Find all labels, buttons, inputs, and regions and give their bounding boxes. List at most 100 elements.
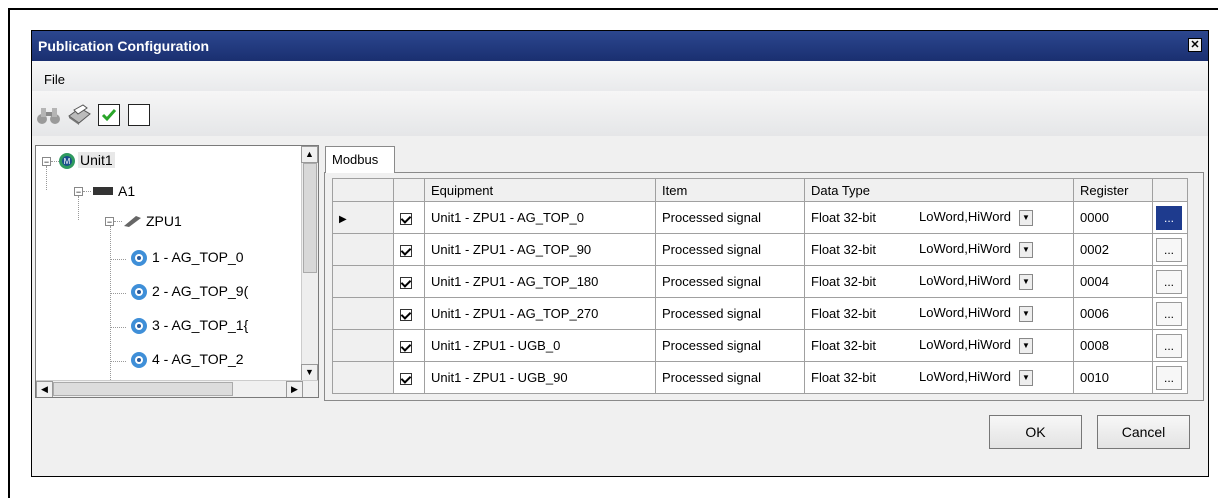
check-col [393, 178, 425, 202]
scroll-down-icon[interactable]: ▼ [301, 364, 318, 381]
sensor-icon [131, 250, 147, 266]
cell-equipment[interactable]: Unit1 - ZPU1 - UGB_90 [424, 361, 656, 394]
table-row[interactable]: Unit1 - ZPU1 - AG_TOP_90 Processed signa… [332, 233, 1188, 266]
cell-register[interactable]: 0006 [1073, 297, 1153, 330]
row-selector[interactable] [332, 329, 394, 362]
edit-button[interactable]: ... [1156, 269, 1182, 294]
uncheck-all-icon[interactable] [128, 104, 150, 126]
binoculars-icon[interactable] [36, 104, 62, 126]
dropdown-arrow-icon[interactable]: ▼ [1019, 337, 1033, 354]
collapse-zpu1[interactable]: − [105, 217, 114, 227]
cell-item[interactable]: Processed signal [655, 265, 805, 298]
collapse-a1[interactable]: − [74, 187, 83, 197]
svg-text:M: M [64, 157, 71, 166]
dropdown-arrow-icon[interactable]: ▼ [1019, 209, 1033, 226]
row-checkbox[interactable] [393, 297, 425, 330]
cell-edit: ... [1152, 297, 1188, 330]
cell-type[interactable]: Float 32-bit [804, 233, 913, 266]
edit-button[interactable]: ... [1156, 237, 1182, 262]
cell-word-order[interactable]: LoWord,HiWord ▼ [913, 361, 1074, 394]
table-row[interactable]: Unit1 - ZPU1 - AG_TOP_270 Processed sign… [332, 297, 1188, 330]
scroll-left-icon[interactable]: ◀ [36, 381, 53, 397]
cell-type[interactable]: Float 32-bit [804, 361, 913, 394]
dropdown-arrow-icon[interactable]: ▼ [1019, 241, 1033, 258]
col-register[interactable]: Register [1073, 178, 1153, 202]
tree-leaf[interactable]: 1 - AG_TOP_0 [152, 249, 244, 265]
row-selector[interactable] [332, 361, 394, 394]
cell-type[interactable]: Float 32-bit [804, 297, 913, 330]
cell-type[interactable]: Float 32-bit [804, 329, 913, 362]
dropdown-arrow-icon[interactable]: ▼ [1019, 305, 1033, 322]
sensor-icon [131, 284, 147, 300]
col-equipment[interactable]: Equipment [424, 178, 656, 202]
row-selector[interactable] [332, 265, 394, 298]
row-selector[interactable] [332, 233, 394, 266]
row-checkbox[interactable] [393, 329, 425, 362]
cell-word-order[interactable]: LoWord,HiWord ▼ [913, 265, 1074, 298]
cell-register[interactable]: 0010 [1073, 361, 1153, 394]
table-row[interactable]: Unit1 - ZPU1 - AG_TOP_180 Processed sign… [332, 265, 1188, 298]
edit-button[interactable]: ... [1156, 333, 1182, 358]
cell-equipment[interactable]: Unit1 - ZPU1 - AG_TOP_270 [424, 297, 656, 330]
col-item[interactable]: Item [655, 178, 805, 202]
tree-hscroll-thumb[interactable] [53, 382, 233, 396]
row-checkbox[interactable] [393, 361, 425, 394]
word-order-value: LoWord,HiWord [919, 273, 1011, 289]
check-all-icon[interactable] [98, 104, 120, 126]
edit-button[interactable]: ... [1156, 365, 1182, 390]
row-checkbox[interactable] [393, 265, 425, 298]
cell-word-order[interactable]: LoWord,HiWord ▼ [913, 297, 1074, 330]
cell-word-order[interactable]: LoWord,HiWord ▼ [913, 201, 1074, 234]
cell-item[interactable]: Processed signal [655, 361, 805, 394]
printer-icon[interactable] [66, 104, 92, 126]
menu-file[interactable]: File [44, 72, 65, 87]
tree-leaf[interactable]: 2 - AG_TOP_9( [152, 283, 248, 299]
cell-item[interactable]: Processed signal [655, 201, 805, 234]
tree-node-a1[interactable]: A1 [118, 183, 135, 199]
close-icon[interactable]: ✕ [1188, 38, 1202, 52]
tree-node-zpu1[interactable]: ZPU1 [146, 213, 182, 229]
collapse-unit1[interactable]: − [42, 157, 51, 167]
cell-register[interactable]: 0004 [1073, 265, 1153, 298]
edit-button[interactable]: ... [1156, 301, 1182, 326]
cell-item[interactable]: Processed signal [655, 297, 805, 330]
cell-equipment[interactable]: Unit1 - ZPU1 - AG_TOP_90 [424, 233, 656, 266]
tree-node-unit1[interactable]: Unit1 [78, 152, 115, 168]
tab-modbus[interactable]: Modbus [325, 146, 395, 173]
cell-word-order[interactable]: LoWord,HiWord ▼ [913, 233, 1074, 266]
tree-vertical-scrollbar[interactable]: ▲ ▼ [301, 146, 318, 381]
table-row[interactable]: ▶ Unit1 - ZPU1 - AG_TOP_0 Processed sign… [332, 201, 1188, 234]
col-edit [1152, 178, 1188, 202]
tree-horizontal-scrollbar[interactable]: ◀ ▶ [36, 380, 318, 397]
equipment-tree[interactable]: − M Unit1 − A1 − ZPU1 1 - AG_TOP_0 2 - A… [35, 145, 319, 398]
cell-item[interactable]: Processed signal [655, 233, 805, 266]
edit-button[interactable]: ... [1156, 205, 1182, 230]
row-checkbox[interactable] [393, 201, 425, 234]
cell-word-order[interactable]: LoWord,HiWord ▼ [913, 329, 1074, 362]
cell-register[interactable]: 0000 [1073, 201, 1153, 234]
cell-equipment[interactable]: Unit1 - ZPU1 - UGB_0 [424, 329, 656, 362]
dropdown-arrow-icon[interactable]: ▼ [1019, 369, 1033, 386]
cell-register[interactable]: 0002 [1073, 233, 1153, 266]
tree-leaf[interactable]: 4 - AG_TOP_2 [152, 351, 244, 367]
cell-item[interactable]: Processed signal [655, 329, 805, 362]
cell-type[interactable]: Float 32-bit [804, 201, 913, 234]
scroll-up-icon[interactable]: ▲ [301, 146, 318, 163]
cancel-button[interactable]: Cancel [1097, 415, 1190, 449]
tree-leaf[interactable]: 3 - AG_TOP_1{ [152, 317, 248, 333]
word-order-value: LoWord,HiWord [919, 369, 1011, 385]
cell-equipment[interactable]: Unit1 - ZPU1 - AG_TOP_0 [424, 201, 656, 234]
cell-equipment[interactable]: Unit1 - ZPU1 - AG_TOP_180 [424, 265, 656, 298]
row-checkbox[interactable] [393, 233, 425, 266]
table-row[interactable]: Unit1 - ZPU1 - UGB_0 Processed signal Fl… [332, 329, 1188, 362]
scroll-right-icon[interactable]: ▶ [286, 381, 303, 397]
table-row[interactable]: Unit1 - ZPU1 - UGB_90 Processed signal F… [332, 361, 1188, 394]
col-data-type[interactable]: Data Type [804, 178, 1074, 202]
row-selector[interactable] [332, 297, 394, 330]
dropdown-arrow-icon[interactable]: ▼ [1019, 273, 1033, 290]
cell-register[interactable]: 0008 [1073, 329, 1153, 362]
row-selector[interactable]: ▶ [332, 201, 394, 234]
tree-scroll-thumb[interactable] [303, 163, 317, 273]
cell-type[interactable]: Float 32-bit [804, 265, 913, 298]
ok-button[interactable]: OK [989, 415, 1082, 449]
